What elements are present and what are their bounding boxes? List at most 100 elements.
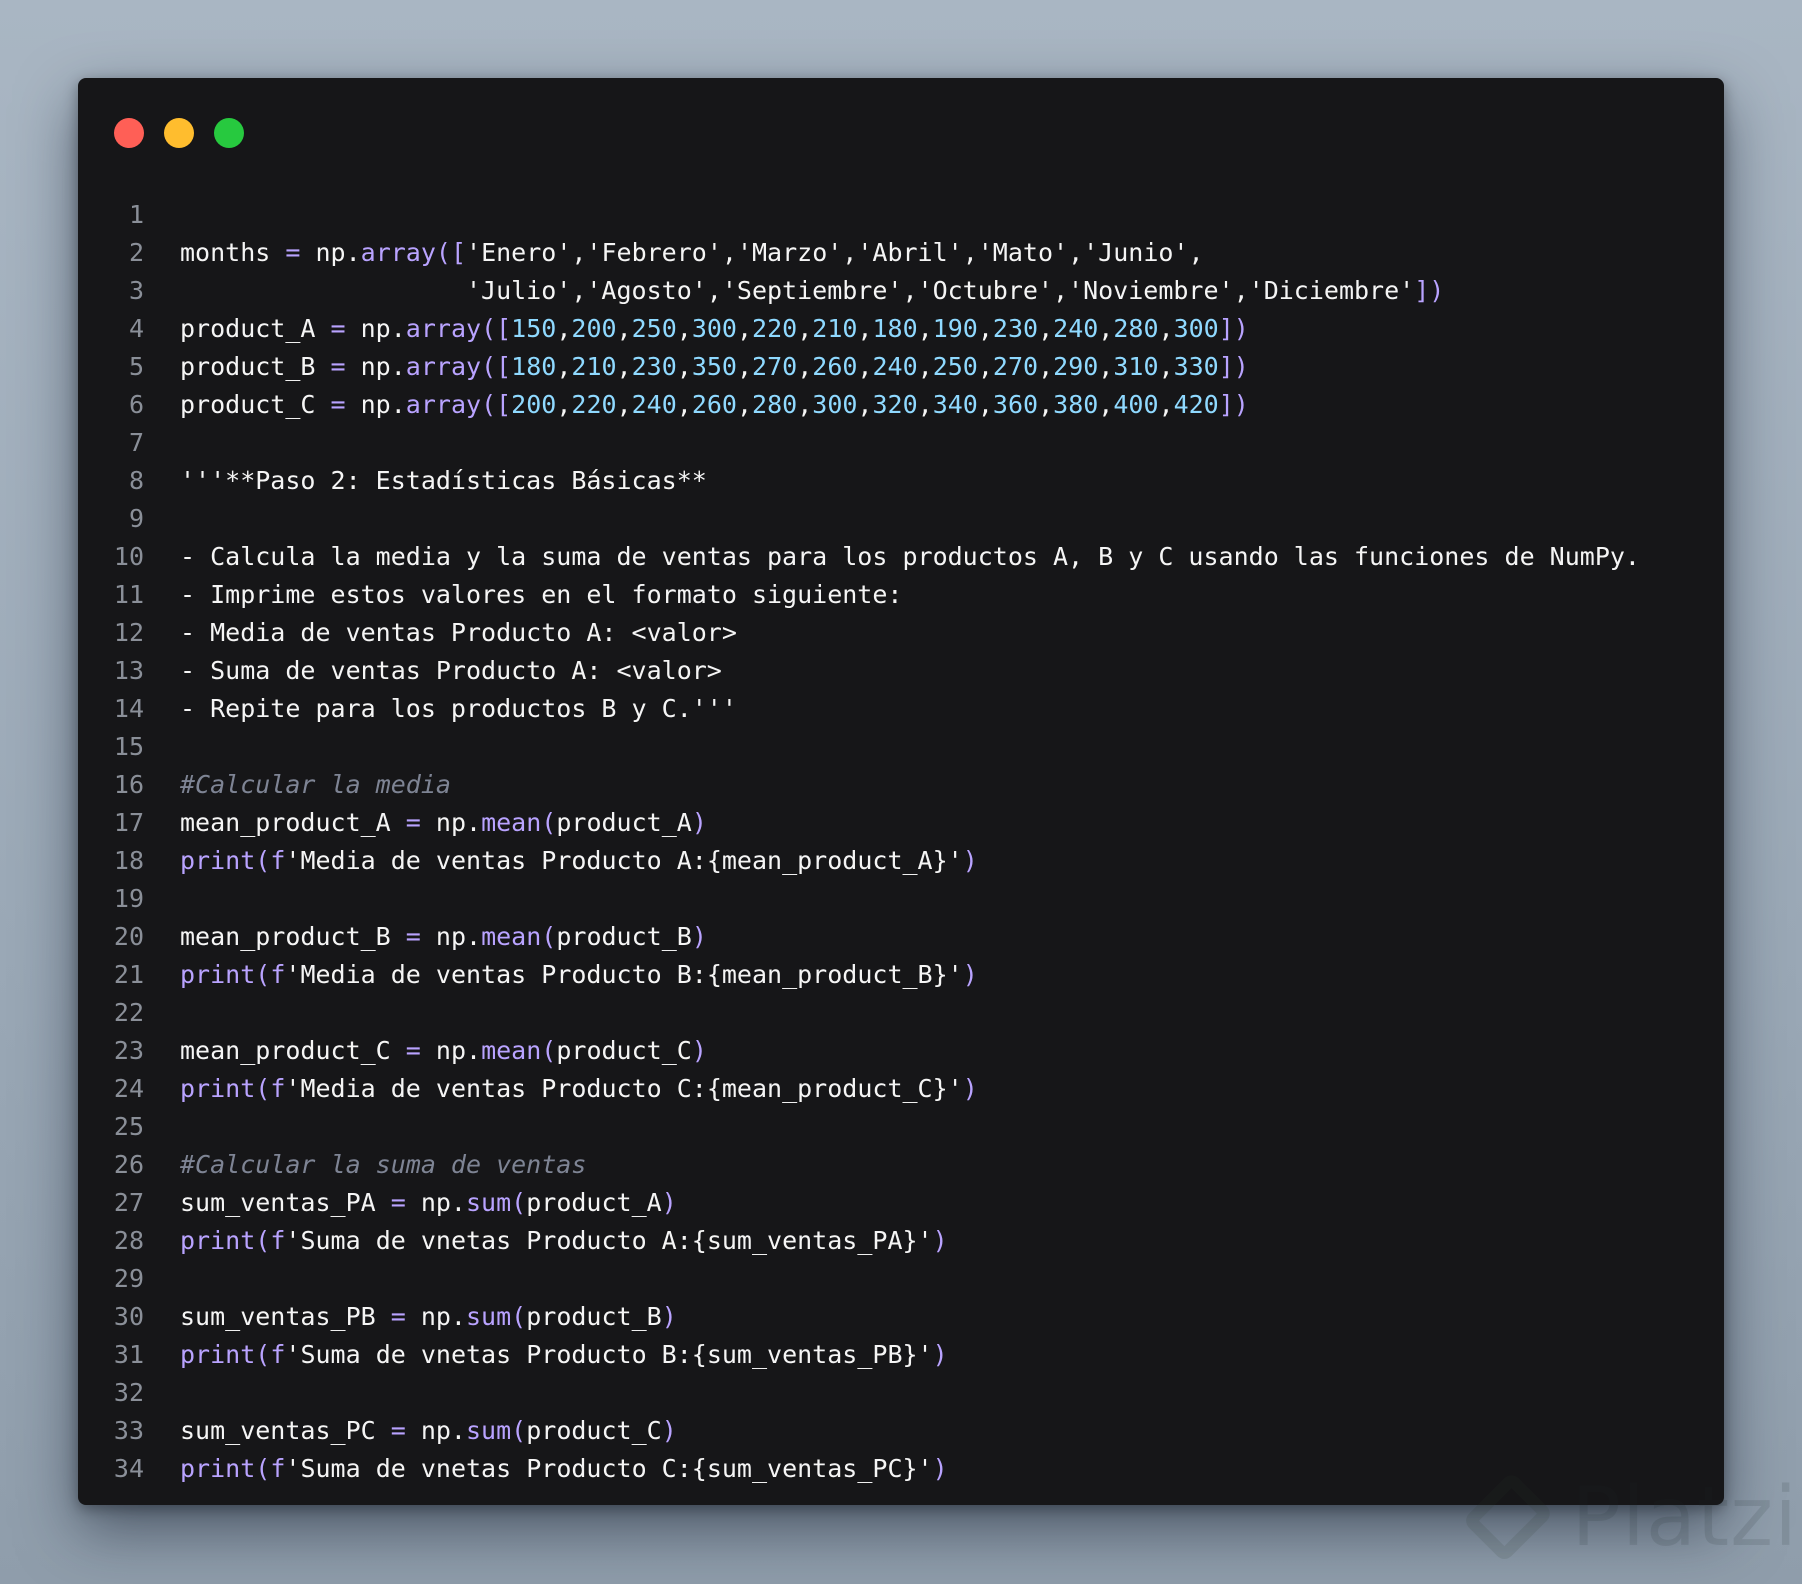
code-token: array bbox=[405, 352, 482, 381]
code-token: , bbox=[917, 390, 933, 419]
code-token: mean_product_C bbox=[180, 1036, 406, 1065]
code-token: ) bbox=[962, 846, 978, 875]
code-line: 13 - Suma de ventas Producto A: <valor> bbox=[78, 652, 1724, 690]
line-number: 13 bbox=[113, 656, 144, 685]
code-token: ) bbox=[932, 1454, 948, 1483]
code-token: f bbox=[270, 1454, 286, 1483]
line-number: 32 bbox=[113, 1378, 144, 1407]
code-token: array bbox=[405, 390, 482, 419]
code-token: , bbox=[556, 352, 572, 381]
code-token: 300 bbox=[691, 314, 737, 343]
code-text: print(f'Media de ventas Producto C:{mean… bbox=[180, 1070, 978, 1108]
code-line: 4 product_A = np.array([150,200,250,300,2… bbox=[78, 310, 1724, 348]
code-text: print(f'Suma de vnetas Producto B:{sum_v… bbox=[180, 1336, 948, 1374]
code-token: - Imprime estos valores en el formato si… bbox=[180, 580, 903, 609]
code-token: ]) bbox=[1414, 276, 1445, 305]
code-token: 280 bbox=[752, 390, 798, 419]
code-token: sum bbox=[466, 1302, 512, 1331]
code-token: , bbox=[1038, 314, 1054, 343]
code-text: - Repite para los productos B y C.''' bbox=[180, 690, 737, 728]
code-token: #Calcular la media bbox=[180, 770, 451, 799]
line-number: 10 bbox=[113, 542, 144, 571]
code-token: 260 bbox=[691, 390, 737, 419]
code-token: ([ bbox=[481, 352, 512, 381]
code-line: 6 product_C = np.array([200,220,240,260,2… bbox=[78, 386, 1724, 424]
minimize-dot-icon[interactable] bbox=[164, 118, 194, 148]
code-line: 27 sum_ventas_PA = np.sum(product_A) bbox=[78, 1184, 1724, 1222]
code-token: , bbox=[1098, 352, 1114, 381]
code-token: , bbox=[736, 314, 753, 343]
code-text: print(f'Suma de vnetas Producto A:{sum_v… bbox=[180, 1222, 948, 1260]
line-number: 7 bbox=[128, 428, 144, 457]
code-token: ) bbox=[661, 1188, 677, 1217]
code-token: 350 bbox=[691, 352, 737, 381]
code-line: 15 bbox=[78, 728, 1724, 766]
code-token: array bbox=[360, 238, 436, 267]
code-token: sum bbox=[466, 1188, 512, 1217]
code-token: ( bbox=[255, 846, 271, 875]
code-token: f bbox=[270, 960, 286, 989]
code-line: 14 - Repite para los productos B y C.''' bbox=[78, 690, 1724, 728]
code-token: , bbox=[616, 314, 632, 343]
code-token: 250 bbox=[932, 352, 978, 381]
line-number: 26 bbox=[113, 1150, 144, 1179]
code-token: np. bbox=[420, 1036, 482, 1065]
code-token: = bbox=[330, 314, 346, 343]
code-text: #Calcular la media bbox=[180, 766, 451, 804]
code-token: 210 bbox=[812, 314, 858, 343]
code-token: ([ bbox=[481, 314, 512, 343]
line-number: 25 bbox=[113, 1112, 144, 1141]
line-number: 20 bbox=[113, 922, 144, 951]
code-token: ( bbox=[255, 1226, 271, 1255]
code-token: = bbox=[405, 808, 421, 837]
line-number: 29 bbox=[113, 1264, 144, 1293]
code-token: 270 bbox=[752, 352, 798, 381]
code-token: print bbox=[180, 1074, 256, 1103]
close-dot-icon[interactable] bbox=[114, 118, 144, 148]
platzi-watermark: Platzi bbox=[1461, 1462, 1798, 1572]
code-token: , bbox=[977, 390, 993, 419]
code-token: , bbox=[917, 314, 933, 343]
code-token: mean bbox=[481, 1036, 542, 1065]
code-token: 380 bbox=[1053, 390, 1099, 419]
code-token: 330 bbox=[1173, 352, 1219, 381]
line-number: 27 bbox=[113, 1188, 144, 1217]
code-token: '''**Paso 2: Estadísticas Básicas** bbox=[180, 466, 707, 495]
code-token: ( bbox=[255, 960, 271, 989]
code-token: print bbox=[180, 1226, 256, 1255]
line-number: 11 bbox=[113, 580, 144, 609]
code-token: f bbox=[270, 1340, 286, 1369]
maximize-dot-icon[interactable] bbox=[214, 118, 244, 148]
code-token: ) bbox=[691, 1036, 707, 1065]
code-token: sum_ventas_PB bbox=[180, 1302, 391, 1331]
code-token: 280 bbox=[1113, 314, 1159, 343]
code-token: 310 bbox=[1113, 352, 1159, 381]
code-token: ) bbox=[661, 1302, 677, 1331]
code-token: 230 bbox=[631, 352, 677, 381]
code-text: print(f'Media de ventas Producto A:{mean… bbox=[180, 842, 978, 880]
code-token: mean_product_A bbox=[180, 808, 406, 837]
code-text: - Media de ventas Producto A: <valor> bbox=[180, 614, 737, 652]
watermark-text: Platzi bbox=[1571, 1469, 1798, 1565]
code-token: ]) bbox=[1218, 314, 1249, 343]
code-token: ]) bbox=[1218, 352, 1249, 381]
code-text: '''**Paso 2: Estadísticas Básicas** bbox=[180, 462, 707, 500]
code-token: product_C bbox=[180, 390, 331, 419]
code-token: product_A bbox=[180, 314, 331, 343]
code-text: product_A = np.array([150,200,250,300,22… bbox=[180, 310, 1249, 348]
code-token: np. bbox=[345, 390, 406, 419]
code-token: ( bbox=[511, 1416, 527, 1445]
code-text: mean_product_C = np.mean(product_C) bbox=[180, 1032, 707, 1070]
code-token: print bbox=[180, 1340, 256, 1369]
code-token: = bbox=[390, 1416, 406, 1445]
line-number: 3 bbox=[128, 276, 144, 305]
line-number: 12 bbox=[113, 618, 144, 647]
line-number: 17 bbox=[113, 808, 144, 837]
code-token: , bbox=[857, 314, 873, 343]
line-number: 22 bbox=[113, 998, 144, 1027]
code-window: 1 2 months = np.array(['Enero','Febrero','… bbox=[78, 78, 1724, 1505]
code-token: , bbox=[1158, 314, 1174, 343]
code-text: print(f'Suma de vnetas Producto C:{sum_v… bbox=[180, 1450, 948, 1488]
code-token: 150 bbox=[511, 314, 557, 343]
code-token: ( bbox=[255, 1340, 271, 1369]
